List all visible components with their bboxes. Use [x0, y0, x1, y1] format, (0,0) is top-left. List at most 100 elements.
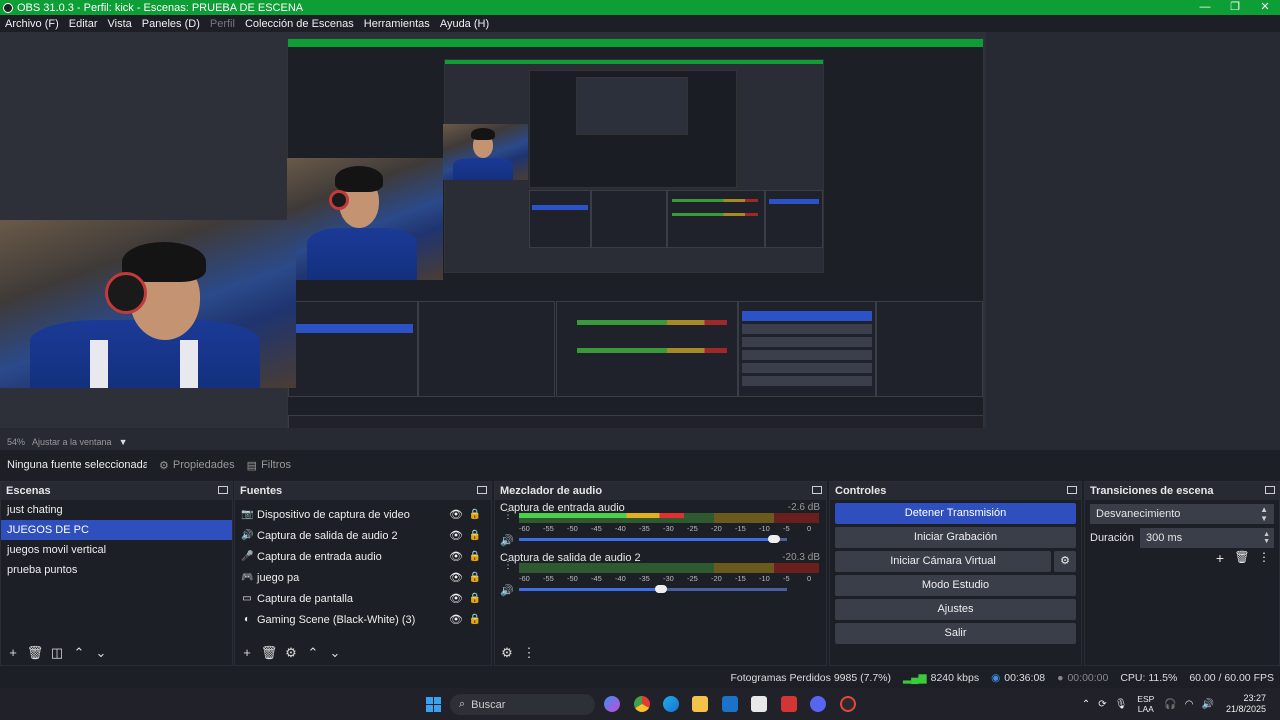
volume-slider[interactable]	[519, 535, 787, 543]
windows-start-icon[interactable]	[426, 697, 441, 712]
lock-icon[interactable]: 🔒	[469, 614, 481, 625]
menu-paneles[interactable]: Paneles (D)	[137, 18, 205, 30]
undock-icon[interactable]	[218, 486, 228, 494]
move-down-icon[interactable]: ⌄	[91, 643, 111, 663]
language-indicator[interactable]: ESP LAA	[1137, 694, 1154, 714]
move-up-icon[interactable]: ⌃	[303, 643, 323, 663]
menu-editar[interactable]: Editar	[64, 18, 103, 30]
undock-icon[interactable]	[1067, 486, 1077, 494]
zoom-level[interactable]: 54%	[7, 437, 25, 447]
stepper-icon[interactable]: ▲ ▼	[1263, 531, 1270, 545]
undock-icon[interactable]	[812, 486, 822, 494]
close-button[interactable]: ✕	[1250, 0, 1280, 15]
eye-icon[interactable]: 👁	[449, 508, 463, 521]
move-up-icon[interactable]: ⌃	[69, 643, 89, 663]
copilot-icon[interactable]	[604, 696, 620, 712]
scene-item-juegos-de-pc[interactable]: JUEGOS DE PC	[1, 520, 232, 540]
microphone-icon[interactable]: 🎙	[1115, 699, 1128, 710]
start-virtual-cam-button[interactable]: Iniciar Cámara Virtual	[835, 551, 1051, 572]
preview-canvas[interactable]	[0, 32, 986, 428]
source-item[interactable]: ▭ Captura de pantalla 👁 🔒	[235, 588, 491, 609]
obs-taskbar-icon[interactable]	[840, 696, 856, 712]
maximize-button[interactable]: ❐	[1220, 0, 1250, 15]
more-options-icon[interactable]: ⋮	[1253, 550, 1275, 566]
menu-archivo[interactable]: Archivo (F)	[0, 18, 64, 30]
source-item[interactable]: 🔊 Captura de salida de audio 2 👁 🔒	[235, 525, 491, 546]
eye-icon[interactable]: 👁	[449, 592, 463, 605]
volume-slider-knob[interactable]	[655, 585, 668, 593]
source-item[interactable]: 🎤 Captura de entrada audio 👁 🔒	[235, 546, 491, 567]
menu-vista[interactable]: Vista	[103, 18, 137, 30]
volume-icon[interactable]: 🔊	[1202, 699, 1214, 710]
source-item[interactable]: 🎮 juego pa 👁 🔒	[235, 567, 491, 588]
sync-icon[interactable]: ⟳	[1098, 699, 1106, 710]
scene-item-juegos-movil-vertical[interactable]: juegos movil vertical	[1, 540, 232, 560]
taskbar-search[interactable]: ⌕ Buscar	[450, 694, 595, 715]
eye-icon[interactable]: 👁	[449, 613, 463, 626]
undock-icon[interactable]	[1265, 486, 1275, 494]
mixer-menu-icon[interactable]: ⋮	[519, 643, 539, 663]
menu-coleccion-escenas[interactable]: Colección de Escenas	[240, 18, 359, 30]
menu-herramientas[interactable]: Herramientas	[359, 18, 435, 30]
trash-icon[interactable]: 🗑	[25, 643, 45, 663]
minimize-button[interactable]: —	[1190, 0, 1220, 15]
lock-icon[interactable]: 🔒	[469, 593, 481, 604]
source-item[interactable]: ◐ Gaming Scene (Black-White) (3) 👁 🔒	[235, 609, 491, 630]
headset-icon[interactable]: 🎧	[1164, 699, 1176, 710]
volume-slider-knob[interactable]	[767, 535, 780, 543]
add-scene-icon[interactable]: +	[3, 643, 23, 663]
channel-menu-icon[interactable]: ⋮	[503, 561, 513, 571]
eye-icon[interactable]: 👁	[449, 529, 463, 542]
properties-button[interactable]: ⚙ Propiedades	[159, 459, 235, 472]
outlook-icon[interactable]	[722, 696, 738, 712]
lock-icon[interactable]: 🔒	[469, 530, 481, 541]
stop-stream-button[interactable]: Detener Transmisión	[835, 503, 1076, 524]
advanced-audio-icon[interactable]: ⚙	[497, 643, 517, 663]
add-source-icon[interactable]: +	[237, 643, 257, 663]
nested-preview-3	[576, 77, 688, 135]
meter-tick-label: -60	[519, 574, 530, 583]
studio-mode-button[interactable]: Modo Estudio	[835, 575, 1076, 596]
file-explorer-icon[interactable]	[692, 696, 708, 712]
chrome-icon[interactable]	[634, 696, 650, 712]
chevron-up-icon[interactable]: ⌃	[1082, 699, 1090, 710]
meter-tick-label: -25	[687, 574, 698, 583]
lock-icon[interactable]: 🔒	[469, 509, 481, 520]
edge-icon[interactable]	[663, 696, 679, 712]
scene-item-prueba-puntos[interactable]: prueba puntos	[1, 560, 232, 580]
gear-icon[interactable]: ⚙	[1054, 551, 1076, 572]
eye-icon[interactable]: 👁	[449, 550, 463, 563]
clock[interactable]: 23:27 21/8/2025	[1226, 693, 1266, 715]
gear-icon[interactable]: ⚙	[281, 643, 301, 663]
speaker-icon[interactable]: 🔊	[500, 534, 514, 547]
transition-selected: Desvanecimiento	[1096, 508, 1181, 520]
discord-icon[interactable]	[810, 696, 826, 712]
wps-icon[interactable]	[781, 696, 797, 712]
transition-select[interactable]: Desvanecimiento ▲ ▼	[1090, 504, 1274, 524]
filters-button[interactable]: ▤ Filtros	[247, 459, 291, 472]
lock-icon[interactable]: 🔒	[469, 551, 481, 562]
speaker-icon[interactable]: 🔊	[500, 584, 514, 597]
move-down-icon[interactable]: ⌄	[325, 643, 345, 663]
scene-filters-icon[interactable]: ◫	[47, 643, 67, 663]
undock-icon[interactable]	[477, 486, 487, 494]
record-status: ● 00:00:00	[1057, 672, 1108, 684]
menu-ayuda[interactable]: Ayuda (H)	[435, 18, 494, 30]
exit-button[interactable]: Salir	[835, 623, 1076, 644]
start-recording-button[interactable]: Iniciar Grabación	[835, 527, 1076, 548]
scale-mode-dropdown-icon[interactable]: ▼	[119, 437, 128, 447]
scale-mode[interactable]: Ajustar a la ventana	[32, 437, 112, 447]
lock-icon[interactable]: 🔒	[469, 572, 481, 583]
wifi-icon[interactable]: ◠	[1185, 699, 1194, 710]
trash-icon[interactable]: 🗑	[259, 643, 279, 663]
add-transition-icon[interactable]: +	[1209, 550, 1231, 566]
store-icon[interactable]	[751, 696, 767, 712]
scene-item-just-chating[interactable]: just chating	[1, 500, 232, 520]
duration-input[interactable]: 300 ms ▲ ▼	[1140, 528, 1274, 548]
source-item[interactable]: 📷 Dispositivo de captura de video 👁 🔒	[235, 504, 491, 525]
settings-button[interactable]: Ajustes	[835, 599, 1076, 620]
trash-icon[interactable]: 🗑	[1231, 550, 1253, 566]
channel-menu-icon[interactable]: ⋮	[503, 511, 513, 521]
eye-icon[interactable]: 👁	[449, 571, 463, 584]
volume-slider[interactable]	[519, 585, 787, 593]
